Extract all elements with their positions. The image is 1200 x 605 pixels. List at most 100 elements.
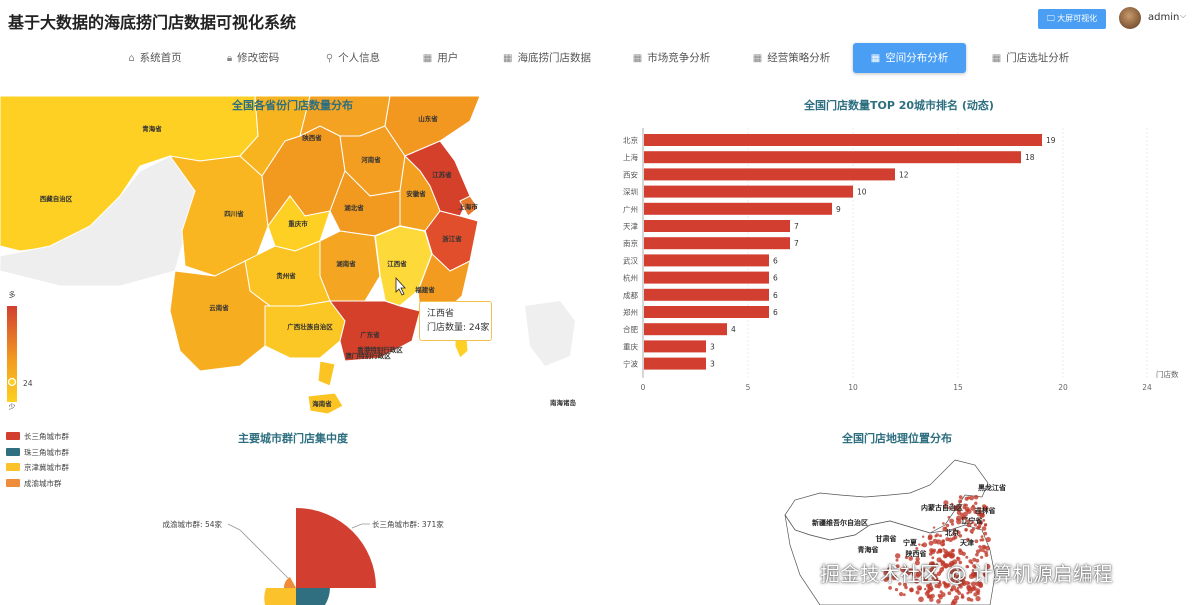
- store-dot: [934, 534, 938, 538]
- bigscreen-button[interactable]: 🖵 大屏可视化: [1038, 9, 1106, 29]
- nav-item-strategy-analysis[interactable]: ▦ 经营策略分析: [744, 43, 839, 73]
- store-dot: [937, 593, 941, 598]
- store-dot: [958, 548, 962, 553]
- visual-map-bar[interactable]: [7, 306, 17, 402]
- geo-label: 吉林省: [975, 506, 996, 515]
- province-label: 山东省: [418, 114, 438, 123]
- store-dot: [937, 548, 943, 553]
- nav-item-market-analysis[interactable]: ▦ 市场竞争分析: [624, 43, 719, 73]
- bar[interactable]: [644, 134, 1042, 146]
- y-category-label: 深圳: [623, 187, 638, 197]
- nav-item-change-password[interactable]: 🔒︎ 修改密码: [213, 43, 293, 73]
- nav-item-home[interactable]: ⌂ 系统首页: [115, 43, 195, 73]
- bar[interactable]: [644, 185, 853, 198]
- user-icon: ⚲: [325, 53, 334, 64]
- store-dot: [947, 516, 951, 519]
- bar[interactable]: [644, 254, 769, 267]
- province-choropleth-map[interactable]: 青海省 西藏自治区 四川省 陕西省 河南省 山东省 江苏省 安徽省 上海市 湖北…: [0, 96, 600, 418]
- province-label: 安徽省: [406, 189, 426, 198]
- bar-value-label: 7: [794, 239, 799, 248]
- geo-label: 黑龙江省: [978, 483, 1006, 492]
- avatar[interactable]: [1119, 7, 1141, 29]
- bar-value-label: 9: [836, 205, 841, 214]
- chevron-down-icon[interactable]: ⌵: [1180, 11, 1186, 21]
- store-dot: [985, 536, 991, 543]
- bar[interactable]: [644, 151, 1021, 164]
- store-dot: [915, 590, 920, 595]
- province-label: 上海市: [458, 202, 478, 211]
- bar-value-label: 6: [773, 256, 778, 265]
- bar[interactable]: [644, 288, 769, 301]
- province-label: 贵州省: [276, 271, 296, 280]
- store-dot: [982, 549, 985, 553]
- store-dot: [902, 593, 906, 597]
- store-dot: [939, 534, 942, 538]
- store-dot: [966, 591, 970, 595]
- province-label: 广东省: [360, 330, 380, 339]
- bar[interactable]: [644, 323, 727, 336]
- bar-value-label: 19: [1046, 136, 1056, 145]
- city-chart-title: 全国门店数量TOP 20城市排名 (动态): [804, 99, 994, 112]
- y-category-label: 北京: [623, 135, 638, 145]
- province-label: 澳门特别行政区: [345, 351, 391, 360]
- store-dot: [964, 527, 968, 532]
- rose-slice-yangtze[interactable]: [296, 508, 376, 588]
- store-dot: [956, 518, 959, 521]
- bar[interactable]: [644, 340, 706, 353]
- bar[interactable]: [644, 220, 790, 232]
- cluster-rose-chart[interactable]: 长三角城市群: 371家 成渝城市群: 54家: [0, 490, 600, 605]
- store-dot: [894, 588, 899, 592]
- y-category-label: 杭州: [623, 273, 638, 283]
- rose-slice-pearl[interactable]: [296, 588, 330, 605]
- tooltip-name: 江西省: [427, 309, 455, 319]
- bigscreen-label: 大屏可视化: [1057, 14, 1098, 23]
- region-leizhou[interactable]: [317, 360, 336, 387]
- x-tick-label: 24: [1142, 383, 1152, 392]
- store-dot: [956, 589, 960, 593]
- visual-map-handle[interactable]: [7, 377, 17, 387]
- province-label: 四川省: [224, 209, 244, 218]
- store-dot: [922, 535, 925, 538]
- store-dot: [979, 548, 983, 552]
- monitor-icon: 🖵: [1046, 14, 1055, 23]
- rose-slice-chengyu[interactable]: [283, 577, 296, 588]
- province-label: 江苏省: [432, 170, 452, 179]
- watermark: 掘金技术社区 @ 计算机源启编程: [820, 562, 1113, 586]
- rose-slice-jingjinji[interactable]: [264, 588, 296, 605]
- grid-icon: ▦: [422, 53, 433, 64]
- store-dot: [956, 586, 960, 590]
- visual-map-low-label: 少: [9, 403, 16, 411]
- bar[interactable]: [644, 271, 769, 284]
- label-line: [351, 523, 370, 529]
- store-dot: [936, 599, 941, 604]
- store-dot: [950, 549, 955, 553]
- province-label: 陕西省: [302, 133, 322, 142]
- nav-item-store-data[interactable]: ▦ 海底捞门店数据: [492, 43, 602, 73]
- y-category-label: 合肥: [623, 324, 638, 334]
- grid-icon: ▦: [991, 53, 1002, 64]
- username[interactable]: admin: [1148, 12, 1179, 23]
- store-dot: [932, 526, 936, 529]
- nav-item-spatial-analysis[interactable]: ▦ 空间分布分析: [853, 43, 966, 73]
- store-dot: [942, 522, 945, 525]
- grid-icon: ▦: [503, 53, 513, 64]
- province-label: 江西省: [387, 259, 407, 268]
- bar[interactable]: [644, 357, 706, 370]
- city-bar-chart[interactable]: 0 5 10 15 20 24 北京 19 上海 18 西安 12 深圳 10 广州 9 天津 7 南京 7 武汉 6 杭州…: [600, 120, 1200, 395]
- x-axis-label: 门店数: [1156, 369, 1179, 379]
- app-header: 基于大数据的海底捞门店数据可视化系统 🖵 大屏可视化 admin ⌵: [0, 0, 1200, 40]
- store-dot: [973, 494, 979, 500]
- bar-value-label: 6: [773, 274, 778, 283]
- bar[interactable]: [644, 237, 790, 250]
- nav-item-users[interactable]: ▦ 用户: [413, 43, 468, 73]
- geo-chart-title: 全国门店地理位置分布: [842, 432, 952, 445]
- bar[interactable]: [644, 168, 895, 181]
- province-label: 青海省: [142, 124, 162, 133]
- nav-item-site-selection[interactable]: ▦ 门店选址分析: [983, 43, 1078, 73]
- y-category-label: 成都: [623, 290, 638, 300]
- y-category-label: 南京: [623, 238, 638, 248]
- bar[interactable]: [644, 202, 832, 215]
- nav-item-profile[interactable]: ⚲ 个人信息: [313, 43, 393, 73]
- legend-swatch: [6, 478, 20, 487]
- bar[interactable]: [644, 306, 769, 318]
